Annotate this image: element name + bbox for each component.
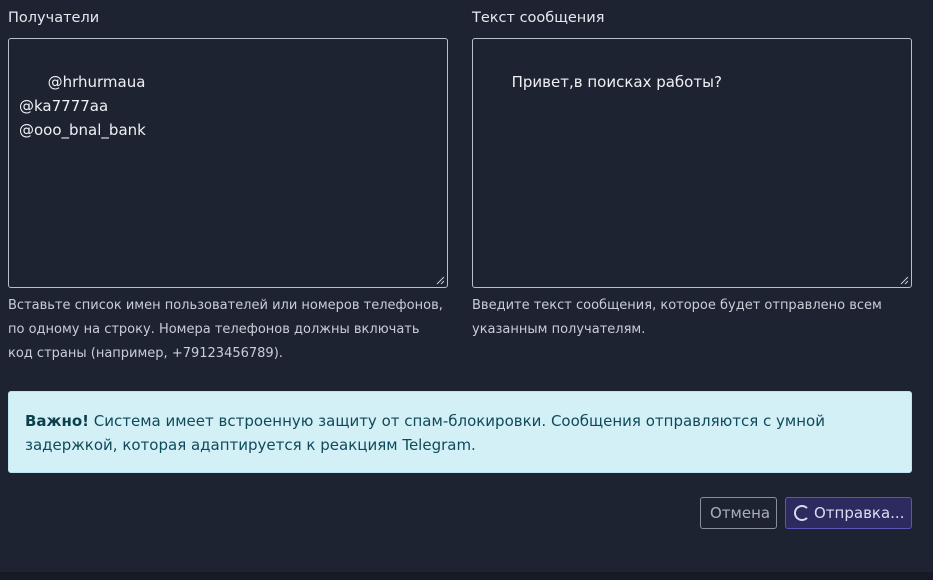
send-messages-form: Получатели @hrhurmaua @ka7777aa @ooo_bna… [0,0,933,580]
resize-grip-icon[interactable] [436,276,445,285]
alert-body-text: Система имеет встроенную защиту от спам-… [25,412,825,454]
recipients-text: @hrhurmaua @ka7777aa @ooo_bnal_bank [19,73,146,139]
message-help-text: Введите текст сообщения, которое будет о… [472,298,882,337]
recipients-label: Получатели [8,10,100,26]
alert-strong-text: Важно! [25,412,89,430]
recipients-help-text: Вставьте список имен пользователей или н… [8,298,443,361]
recipients-group: Получатели @hrhurmaua @ka7777aa @ooo_bna… [8,8,448,366]
message-textarea[interactable]: Привет,в поисках работы? [472,38,912,288]
message-group: Текст сообщения Привет,в поисках работы?… [472,8,912,342]
spam-protection-alert: Важно! Система имеет встроенную защиту о… [8,391,912,473]
footer-strip [0,572,933,580]
send-button[interactable]: Отправка... [785,497,912,529]
message-text: Привет,в поисках работы? [511,73,722,91]
spinner-icon [794,505,810,521]
cancel-button[interactable]: Отмена [700,497,777,529]
cancel-button-label: Отмена [710,504,771,522]
send-button-label: Отправка... [814,504,905,522]
resize-grip-icon[interactable] [900,276,909,285]
recipients-textarea[interactable]: @hrhurmaua @ka7777aa @ooo_bnal_bank [8,38,448,288]
message-label: Текст сообщения [472,10,605,26]
